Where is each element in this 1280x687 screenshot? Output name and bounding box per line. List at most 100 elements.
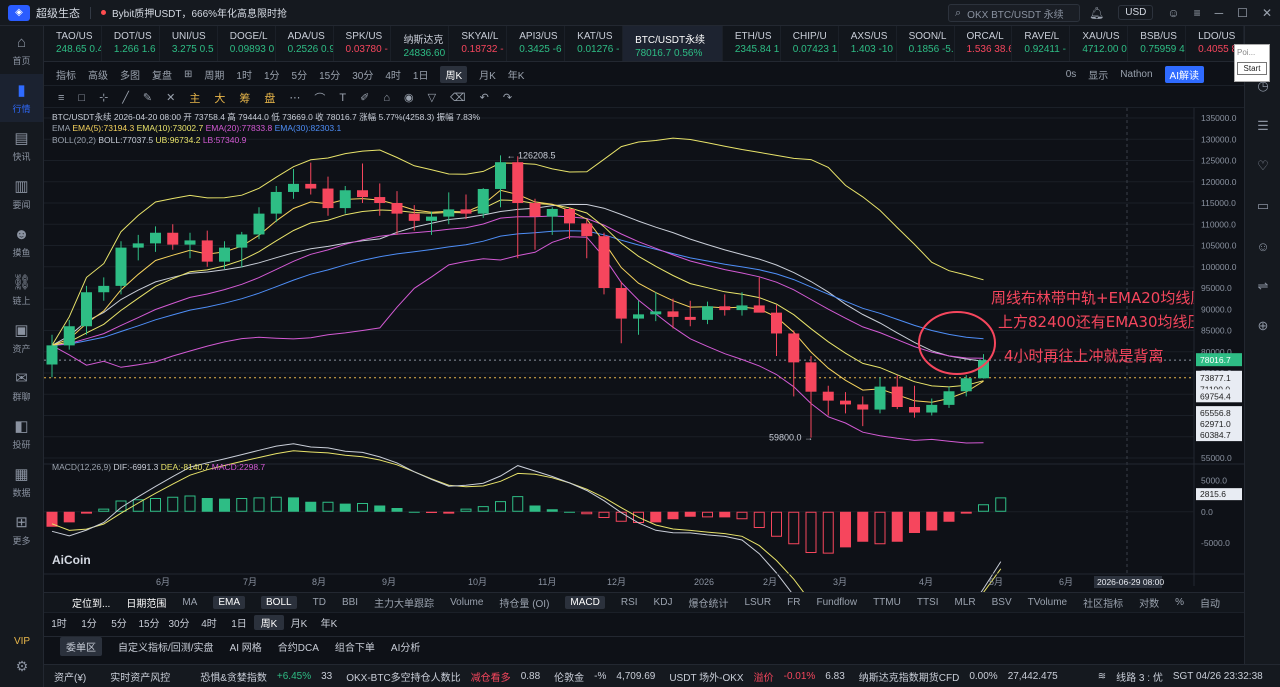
candle-body[interactable]	[615, 288, 627, 319]
timeframe-0[interactable]: 1时	[44, 615, 74, 630]
ticker-8[interactable]: API3/US 0.3425 -6	[507, 26, 566, 61]
indicator-7[interactable]: 主力大单跟踪	[374, 595, 434, 610]
indicator-16[interactable]: Fundflow	[816, 597, 857, 608]
candle-body[interactable]	[840, 400, 851, 405]
candle-body[interactable]	[408, 213, 420, 221]
candle-body[interactable]	[115, 247, 127, 286]
toolbar-orderbook[interactable]: 盘	[264, 90, 275, 106]
candle-body[interactable]	[357, 190, 368, 198]
ai-icon[interactable]: ☺	[1245, 226, 1280, 266]
candle-body[interactable]	[805, 362, 817, 392]
toolbar-item-5[interactable]: 周期	[204, 67, 224, 82]
ticker-3[interactable]: DOGE/L 0.09893 0	[218, 26, 276, 61]
toolbar-item-13[interactable]: 周K	[440, 66, 468, 83]
candle-body[interactable]	[374, 197, 386, 203]
candle-body[interactable]	[822, 391, 834, 401]
candle-body[interactable]	[443, 209, 455, 217]
grid-icon[interactable]: ⋯	[289, 91, 300, 104]
ticker-13[interactable]: AXS/US 1.403 -10	[839, 26, 897, 61]
toolbar-item-7[interactable]: 1分	[264, 67, 280, 82]
candle-body[interactable]	[736, 305, 748, 311]
bottom-tab-2[interactable]: AI 网格	[230, 639, 262, 654]
sidebar-item-research[interactable]: ◧ 投研	[0, 410, 43, 458]
indicator-25[interactable]: 自动	[1200, 595, 1220, 610]
toolbar-item-14[interactable]: 月K	[479, 67, 496, 82]
menu-icon[interactable]: ≡	[58, 92, 64, 104]
ticker-10[interactable]: BTC/USDT永续 78016.7 0.56%	[623, 26, 723, 61]
indicator-18[interactable]: TTSI	[917, 597, 939, 608]
indicator-3[interactable]: EMA	[213, 596, 246, 609]
candle-body[interactable]	[305, 183, 317, 189]
menu-icon[interactable]: ≡	[1194, 6, 1201, 20]
indicator-2[interactable]: MA	[182, 597, 197, 608]
candle-body[interactable]	[719, 306, 731, 311]
flow-icon[interactable]: ⇌	[1245, 266, 1280, 306]
toolbar-item-9[interactable]: 15分	[319, 67, 340, 82]
toolbar-right-3[interactable]: AI解读	[1164, 66, 1204, 83]
toolbar-right-2[interactable]: Nathon	[1120, 69, 1152, 80]
timeframe-5[interactable]: 4时	[194, 615, 224, 630]
indicator-9[interactable]: 持仓量 (OI)	[499, 595, 549, 610]
candle-body[interactable]	[702, 306, 713, 320]
ticker-14[interactable]: SOON/L 0.1856 -5.	[897, 26, 955, 61]
candle-body[interactable]	[201, 240, 213, 262]
candle-body[interactable]	[598, 236, 610, 288]
list-icon[interactable]: ☰	[1245, 106, 1280, 146]
indicator-15[interactable]: FR	[787, 597, 800, 608]
maximize-icon[interactable]: ☐	[1237, 6, 1248, 20]
sidebar-item-onchain[interactable]: ⛓ 链上	[0, 266, 43, 314]
candle-body[interactable]	[322, 188, 334, 209]
toolbar-chips[interactable]: 筹	[239, 90, 250, 106]
candle-body[interactable]	[529, 203, 541, 217]
candle-body[interactable]	[167, 232, 179, 245]
bottom-tab-0[interactable]: 委单区	[60, 637, 102, 656]
bottom-tab-5[interactable]: AI分析	[391, 639, 420, 654]
ticker-2[interactable]: UNI/US 3.275 0.5	[160, 26, 218, 61]
indicator-8[interactable]: Volume	[450, 597, 483, 608]
candle-body[interactable]	[684, 316, 696, 320]
user-icon[interactable]: ☺	[1167, 6, 1179, 20]
candle-body[interactable]	[857, 404, 869, 410]
pen-icon[interactable]: ✎	[143, 91, 152, 104]
candle-body[interactable]	[98, 285, 110, 293]
toolbar-item-10[interactable]: 30分	[352, 67, 373, 82]
ticker-16[interactable]: RAVE/L 0.92411 -	[1012, 26, 1071, 61]
candle-body[interactable]	[788, 333, 800, 363]
asset-label[interactable]: 资产(¥)	[54, 669, 86, 684]
rect-icon[interactable]: □	[78, 92, 85, 104]
timeframe-8[interactable]: 月K	[284, 615, 314, 630]
candle-body[interactable]	[546, 208, 558, 217]
candle-body[interactable]	[495, 162, 506, 189]
candle-body[interactable]	[891, 386, 903, 407]
toolbar-item-8[interactable]: 5分	[292, 67, 308, 82]
candle-body[interactable]	[874, 386, 886, 410]
promo-banner[interactable]: Bybit质押USDT，666%年化高息限时抢	[112, 5, 287, 20]
indicator-19[interactable]: MLR	[955, 597, 976, 608]
candle-body[interactable]	[771, 312, 782, 334]
search-input[interactable]: ⌕ OKX BTC/USDT 永续	[948, 4, 1080, 22]
indicator-22[interactable]: 社区指标	[1083, 595, 1123, 610]
ticker-11[interactable]: ETH/US 2345.84 1	[723, 26, 781, 61]
toolbar-item-12[interactable]: 1日	[413, 67, 429, 82]
candle-body[interactable]	[391, 203, 403, 214]
close-icon[interactable]: ✕	[1262, 6, 1272, 20]
indicator-0[interactable]: 定位到...	[72, 595, 110, 610]
share-icon[interactable]: ⊕	[1245, 306, 1280, 346]
risk-label[interactable]: 实时资产风控	[110, 669, 170, 684]
indicator-20[interactable]: BSV	[992, 597, 1012, 608]
timeframe-6[interactable]: 1日	[224, 615, 254, 630]
toolbar-item-6[interactable]: 1时	[236, 67, 252, 82]
candle-body[interactable]	[81, 292, 92, 327]
line-icon[interactable]: ╱	[122, 91, 129, 104]
timeframe-1[interactable]: 1分	[74, 615, 104, 630]
minimize-icon[interactable]: ─	[1215, 6, 1224, 20]
indicator-24[interactable]: %	[1175, 597, 1184, 608]
candle-body[interactable]	[253, 213, 265, 235]
lock-icon[interactable]: ⌂	[383, 92, 390, 104]
indicator-21[interactable]: TVolume	[1028, 597, 1067, 608]
text-icon[interactable]: T	[339, 92, 346, 104]
vip-badge[interactable]: VIP	[0, 636, 44, 647]
redo-icon[interactable]: ↷	[503, 91, 512, 104]
toolbar-big[interactable]: 大	[214, 90, 225, 106]
ticker-6[interactable]: 纳斯达克 24836.60 (	[391, 26, 450, 61]
